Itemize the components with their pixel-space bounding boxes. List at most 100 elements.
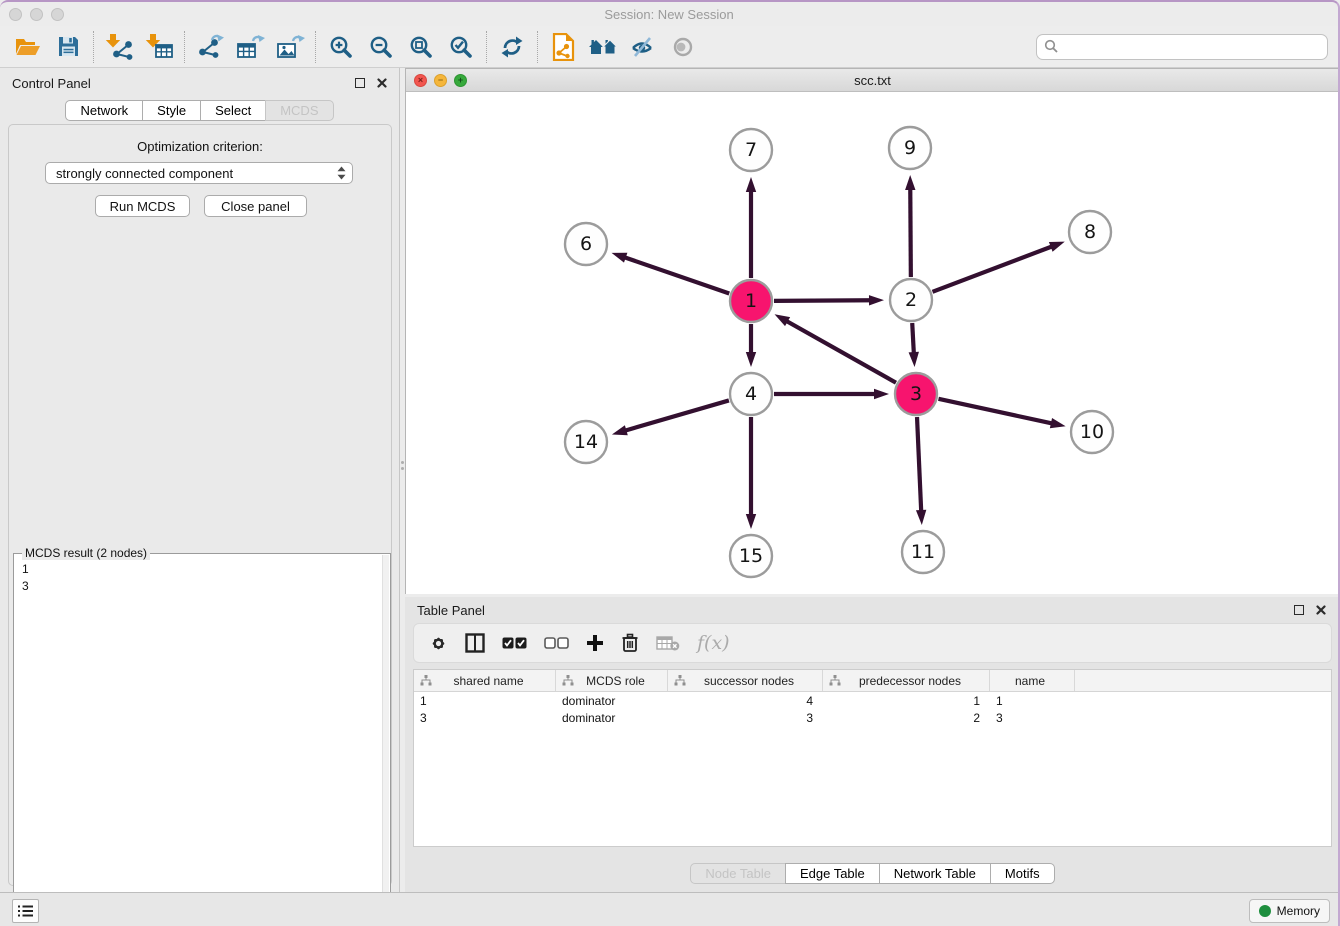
graph-edge-arrowhead — [874, 389, 889, 399]
table-row[interactable]: 3dominator323 — [414, 709, 1331, 726]
graph-edge-3-11[interactable] — [917, 417, 921, 513]
zoom-fit-button[interactable] — [401, 29, 441, 65]
search-input[interactable] — [1059, 37, 1327, 57]
graph-edge-3-1[interactable] — [785, 320, 896, 383]
graph-edge-1-6[interactable] — [623, 257, 729, 294]
export-network-button[interactable] — [190, 29, 230, 65]
memory-button[interactable]: Memory — [1249, 899, 1330, 923]
column-header-successor-nodes[interactable]: successor nodes — [668, 670, 823, 691]
function-builder-button[interactable]: f(x) — [697, 632, 730, 654]
graph-edge-arrowhead — [905, 175, 915, 190]
zoom-selected-icon — [449, 35, 473, 59]
table-settings-button[interactable] — [429, 634, 448, 653]
refresh-view-button[interactable] — [492, 29, 532, 65]
graph-edge-arrowhead — [746, 514, 756, 529]
column-header-name[interactable]: name — [990, 670, 1075, 691]
application-window: Session: New Session — [0, 0, 1340, 926]
graph-node-1[interactable]: 1 — [730, 280, 772, 322]
graph-node-11[interactable]: 11 — [902, 531, 944, 573]
graph-edge-2-3[interactable] — [912, 323, 914, 355]
tab-network[interactable]: Network — [65, 100, 143, 121]
graph-node-15[interactable]: 15 — [730, 535, 772, 577]
graph-edge-4-14[interactable] — [623, 400, 728, 431]
optimization-criterion-select[interactable]: strongly connected component — [45, 162, 353, 184]
network-graph[interactable]: 7 9 6 8 1 2 4 3 14 10 15 11 — [406, 92, 1339, 594]
task-history-button[interactable] — [12, 899, 39, 923]
table-tabs: Node Table Edge Table Network Table Moti… — [405, 863, 1340, 884]
column-header-shared-name[interactable]: shared name — [414, 670, 556, 691]
graph-node-10[interactable]: 10 — [1071, 411, 1113, 453]
tab-style[interactable]: Style — [142, 100, 201, 121]
hide-details-button[interactable] — [623, 29, 663, 65]
refresh-icon — [500, 35, 524, 59]
zoom-out-button[interactable] — [361, 29, 401, 65]
show-details-button[interactable] — [663, 29, 703, 65]
delete-table-button[interactable] — [656, 635, 680, 651]
unselect-all-columns-button[interactable] — [544, 637, 569, 650]
search-field[interactable] — [1036, 34, 1328, 60]
unchecked-boxes-icon — [544, 637, 569, 650]
attribute-type-icon — [562, 675, 574, 686]
graph-node-8[interactable]: 8 — [1069, 211, 1111, 253]
tab-node-table[interactable]: Node Table — [690, 863, 786, 884]
select-all-columns-button[interactable] — [502, 637, 527, 650]
table-cell: 3 — [668, 711, 823, 725]
open-session-button[interactable] — [8, 29, 48, 65]
table-cell: 1 — [414, 694, 556, 708]
export-table-button[interactable] — [230, 29, 270, 65]
gear-icon — [429, 634, 448, 653]
column-header-predecessor-nodes[interactable]: predecessor nodes — [823, 670, 990, 691]
tab-edge-table[interactable]: Edge Table — [785, 863, 880, 884]
graph-node-3[interactable]: 3 — [895, 373, 937, 415]
import-network-button[interactable] — [99, 29, 139, 65]
close-panel-icon[interactable] — [1316, 605, 1326, 615]
home-icon — [588, 35, 618, 59]
graph-edge-arrowhead — [746, 177, 756, 192]
graph-edge-2-9[interactable] — [910, 187, 911, 277]
close-panel-icon[interactable] — [377, 78, 387, 88]
table-row[interactable]: 1dominator411 — [414, 692, 1331, 709]
graph-node-2[interactable]: 2 — [890, 279, 932, 321]
float-panel-icon[interactable] — [355, 78, 365, 88]
graph-edge-2-8[interactable] — [933, 246, 1054, 292]
close-panel-button[interactable]: Close panel — [204, 195, 307, 217]
memory-label: Memory — [1277, 904, 1320, 918]
graph-node-4[interactable]: 4 — [730, 373, 772, 415]
save-session-button[interactable] — [48, 29, 88, 65]
zoom-in-button[interactable] — [321, 29, 361, 65]
table-header-row: shared name MCDS role successor nodes pr… — [414, 670, 1331, 692]
tab-network-table[interactable]: Network Table — [879, 863, 991, 884]
graph-node-9[interactable]: 9 — [889, 127, 931, 169]
add-column-button[interactable] — [586, 634, 604, 652]
graph-node-6[interactable]: 6 — [565, 223, 607, 265]
graph-edge-1-2[interactable] — [774, 300, 872, 301]
svg-text:15: 15 — [739, 545, 763, 567]
tab-mcds[interactable]: MCDS — [265, 100, 333, 121]
toolbar-separator — [486, 31, 487, 63]
tab-motifs[interactable]: Motifs — [990, 863, 1055, 884]
window-title: Session: New Session — [0, 7, 1338, 22]
import-table-button[interactable] — [139, 29, 179, 65]
home-button[interactable] — [583, 29, 623, 65]
import-table-icon — [144, 33, 174, 60]
export-image-button[interactable] — [270, 29, 310, 65]
zoom-selected-button[interactable] — [441, 29, 481, 65]
tab-select[interactable]: Select — [200, 100, 266, 121]
column-header-mcds-role[interactable]: MCDS role — [556, 670, 668, 691]
graph-node-14[interactable]: 14 — [565, 421, 607, 463]
result-scrollbar[interactable] — [382, 555, 389, 926]
table-panel-title: Table Panel — [417, 603, 485, 618]
network-file-button[interactable] — [543, 29, 583, 65]
run-mcds-button[interactable]: Run MCDS — [95, 195, 190, 217]
graph-node-7[interactable]: 7 — [730, 129, 772, 171]
graph-edge-3-10[interactable] — [938, 399, 1053, 424]
mcds-result-box[interactable]: MCDS result (2 nodes) 1 3 — [13, 553, 391, 926]
panel-splitter-handle[interactable] — [400, 452, 404, 478]
open-folder-icon — [14, 35, 42, 59]
selected-option: strongly connected component — [56, 166, 337, 181]
delete-columns-button[interactable] — [621, 633, 639, 653]
show-column-button[interactable] — [465, 633, 485, 653]
svg-text:10: 10 — [1080, 421, 1104, 443]
float-panel-icon[interactable] — [1294, 605, 1304, 615]
eye-icon — [671, 35, 695, 59]
